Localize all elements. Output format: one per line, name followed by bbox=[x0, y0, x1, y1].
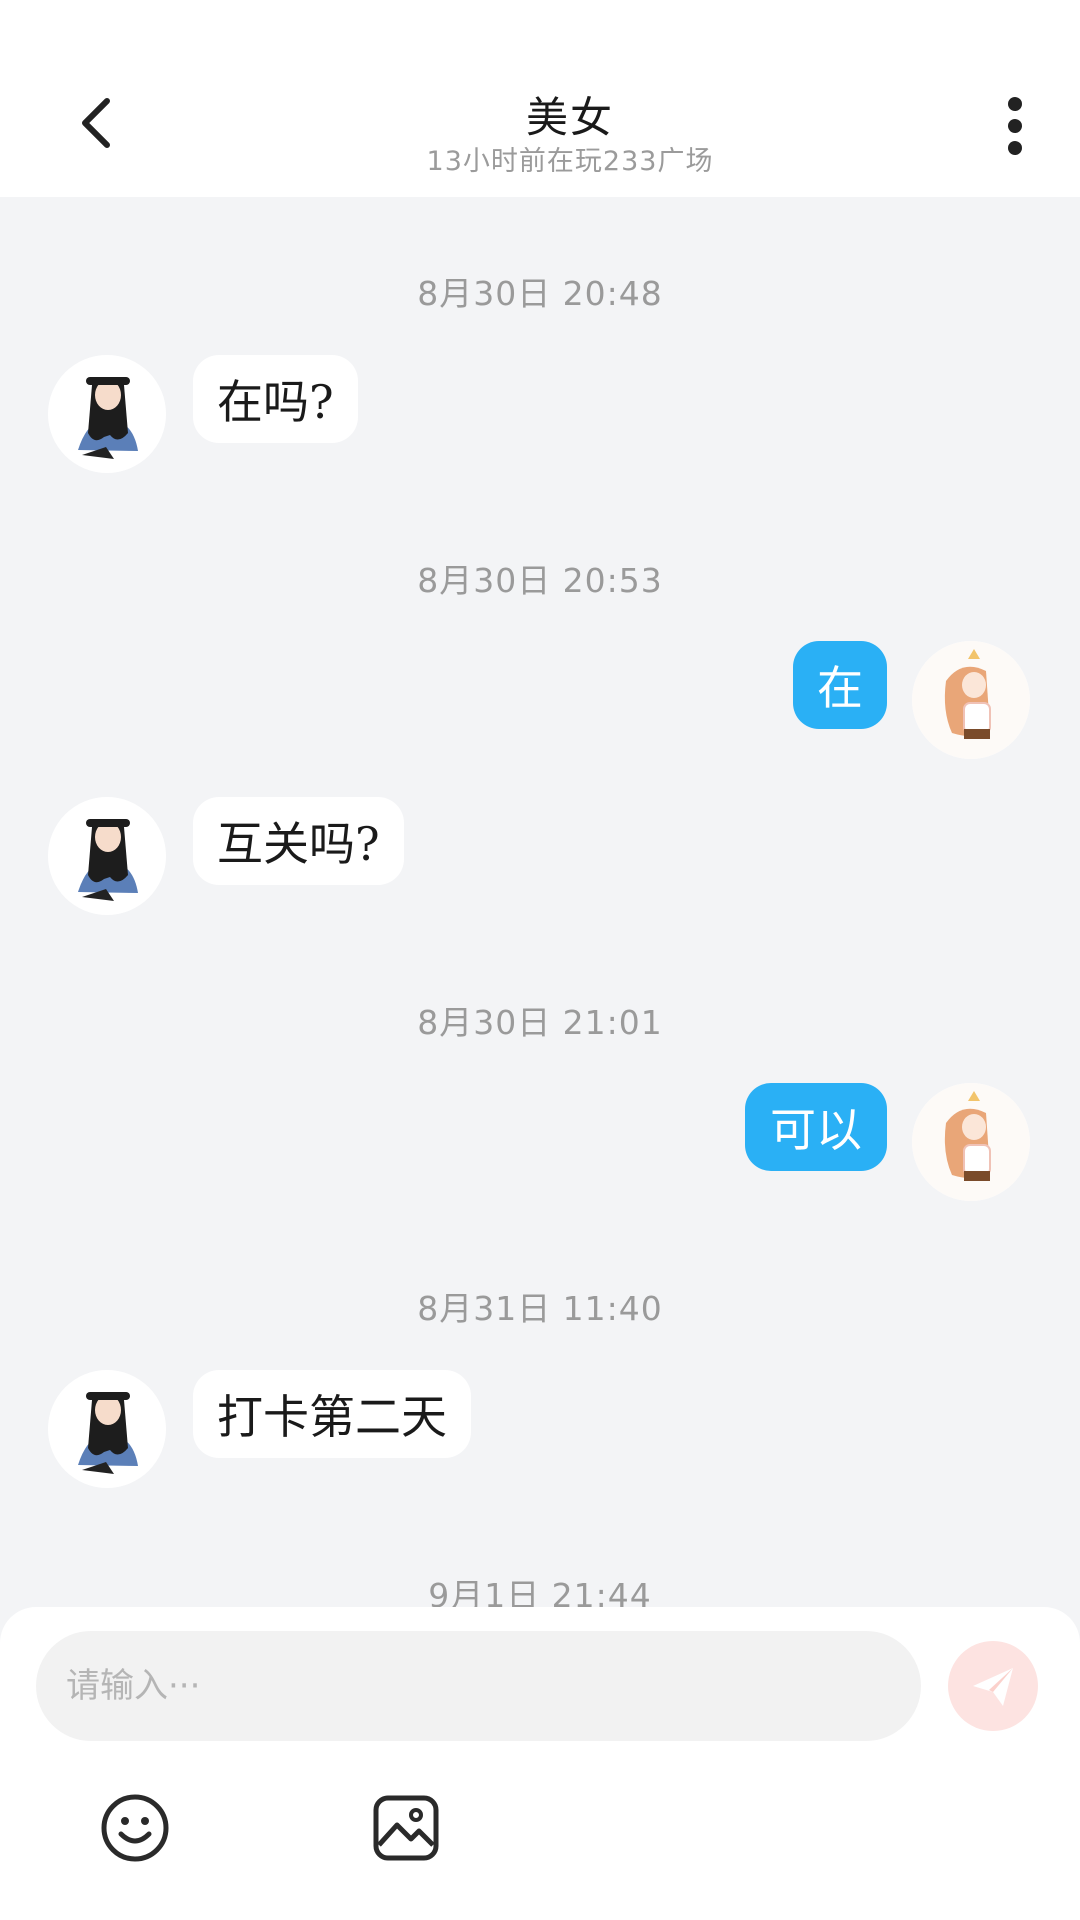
message-timestamp: 8月30日 20:53 bbox=[417, 561, 663, 600]
message-input[interactable] bbox=[36, 1631, 921, 1741]
chat-screen: 美女 13小时前在玩233广场 8月30日 20:48 在吗? 8月30日 20… bbox=[0, 0, 1080, 1920]
more-options-button[interactable] bbox=[985, 88, 1045, 164]
user-avatar-image bbox=[912, 1083, 1030, 1201]
message-list[interactable]: 8月30日 20:48 在吗? 8月30日 20:53 在 互关吗? 8月30日… bbox=[0, 197, 1080, 1615]
chat-title: 美女 bbox=[525, 93, 614, 142]
send-button[interactable] bbox=[948, 1641, 1038, 1731]
emoji-button[interactable] bbox=[97, 1790, 173, 1866]
message-timestamp: 8月30日 20:48 bbox=[417, 274, 663, 313]
more-vertical-icon bbox=[1008, 97, 1022, 155]
contact-avatar-image bbox=[48, 355, 166, 473]
image-icon bbox=[373, 1795, 439, 1861]
message-timestamp: 8月31日 11:40 bbox=[417, 1289, 663, 1328]
incoming-message[interactable]: 打卡第二天 bbox=[193, 1370, 471, 1458]
contact-avatar[interactable] bbox=[48, 355, 166, 473]
incoming-message[interactable]: 互关吗? bbox=[193, 797, 404, 885]
user-avatar-image bbox=[912, 641, 1030, 759]
send-icon bbox=[973, 1668, 1013, 1706]
chat-header: 美女 13小时前在玩233广场 bbox=[0, 0, 1080, 197]
contact-avatar-image bbox=[48, 797, 166, 915]
input-panel bbox=[0, 1607, 1080, 1920]
outgoing-message[interactable]: 在 bbox=[793, 641, 887, 729]
image-button[interactable] bbox=[368, 1790, 444, 1866]
contact-avatar-image bbox=[48, 1370, 166, 1488]
user-avatar[interactable] bbox=[912, 1083, 1030, 1201]
contact-avatar[interactable] bbox=[48, 1370, 166, 1488]
outgoing-message[interactable]: 可以 bbox=[745, 1083, 887, 1171]
message-timestamp: 8月30日 21:01 bbox=[417, 1003, 663, 1042]
incoming-message[interactable]: 在吗? bbox=[193, 355, 358, 443]
chat-subtitle: 13小时前在玩233广场 bbox=[426, 146, 714, 177]
user-avatar[interactable] bbox=[912, 641, 1030, 759]
contact-avatar[interactable] bbox=[48, 797, 166, 915]
emoji-icon bbox=[101, 1794, 169, 1862]
